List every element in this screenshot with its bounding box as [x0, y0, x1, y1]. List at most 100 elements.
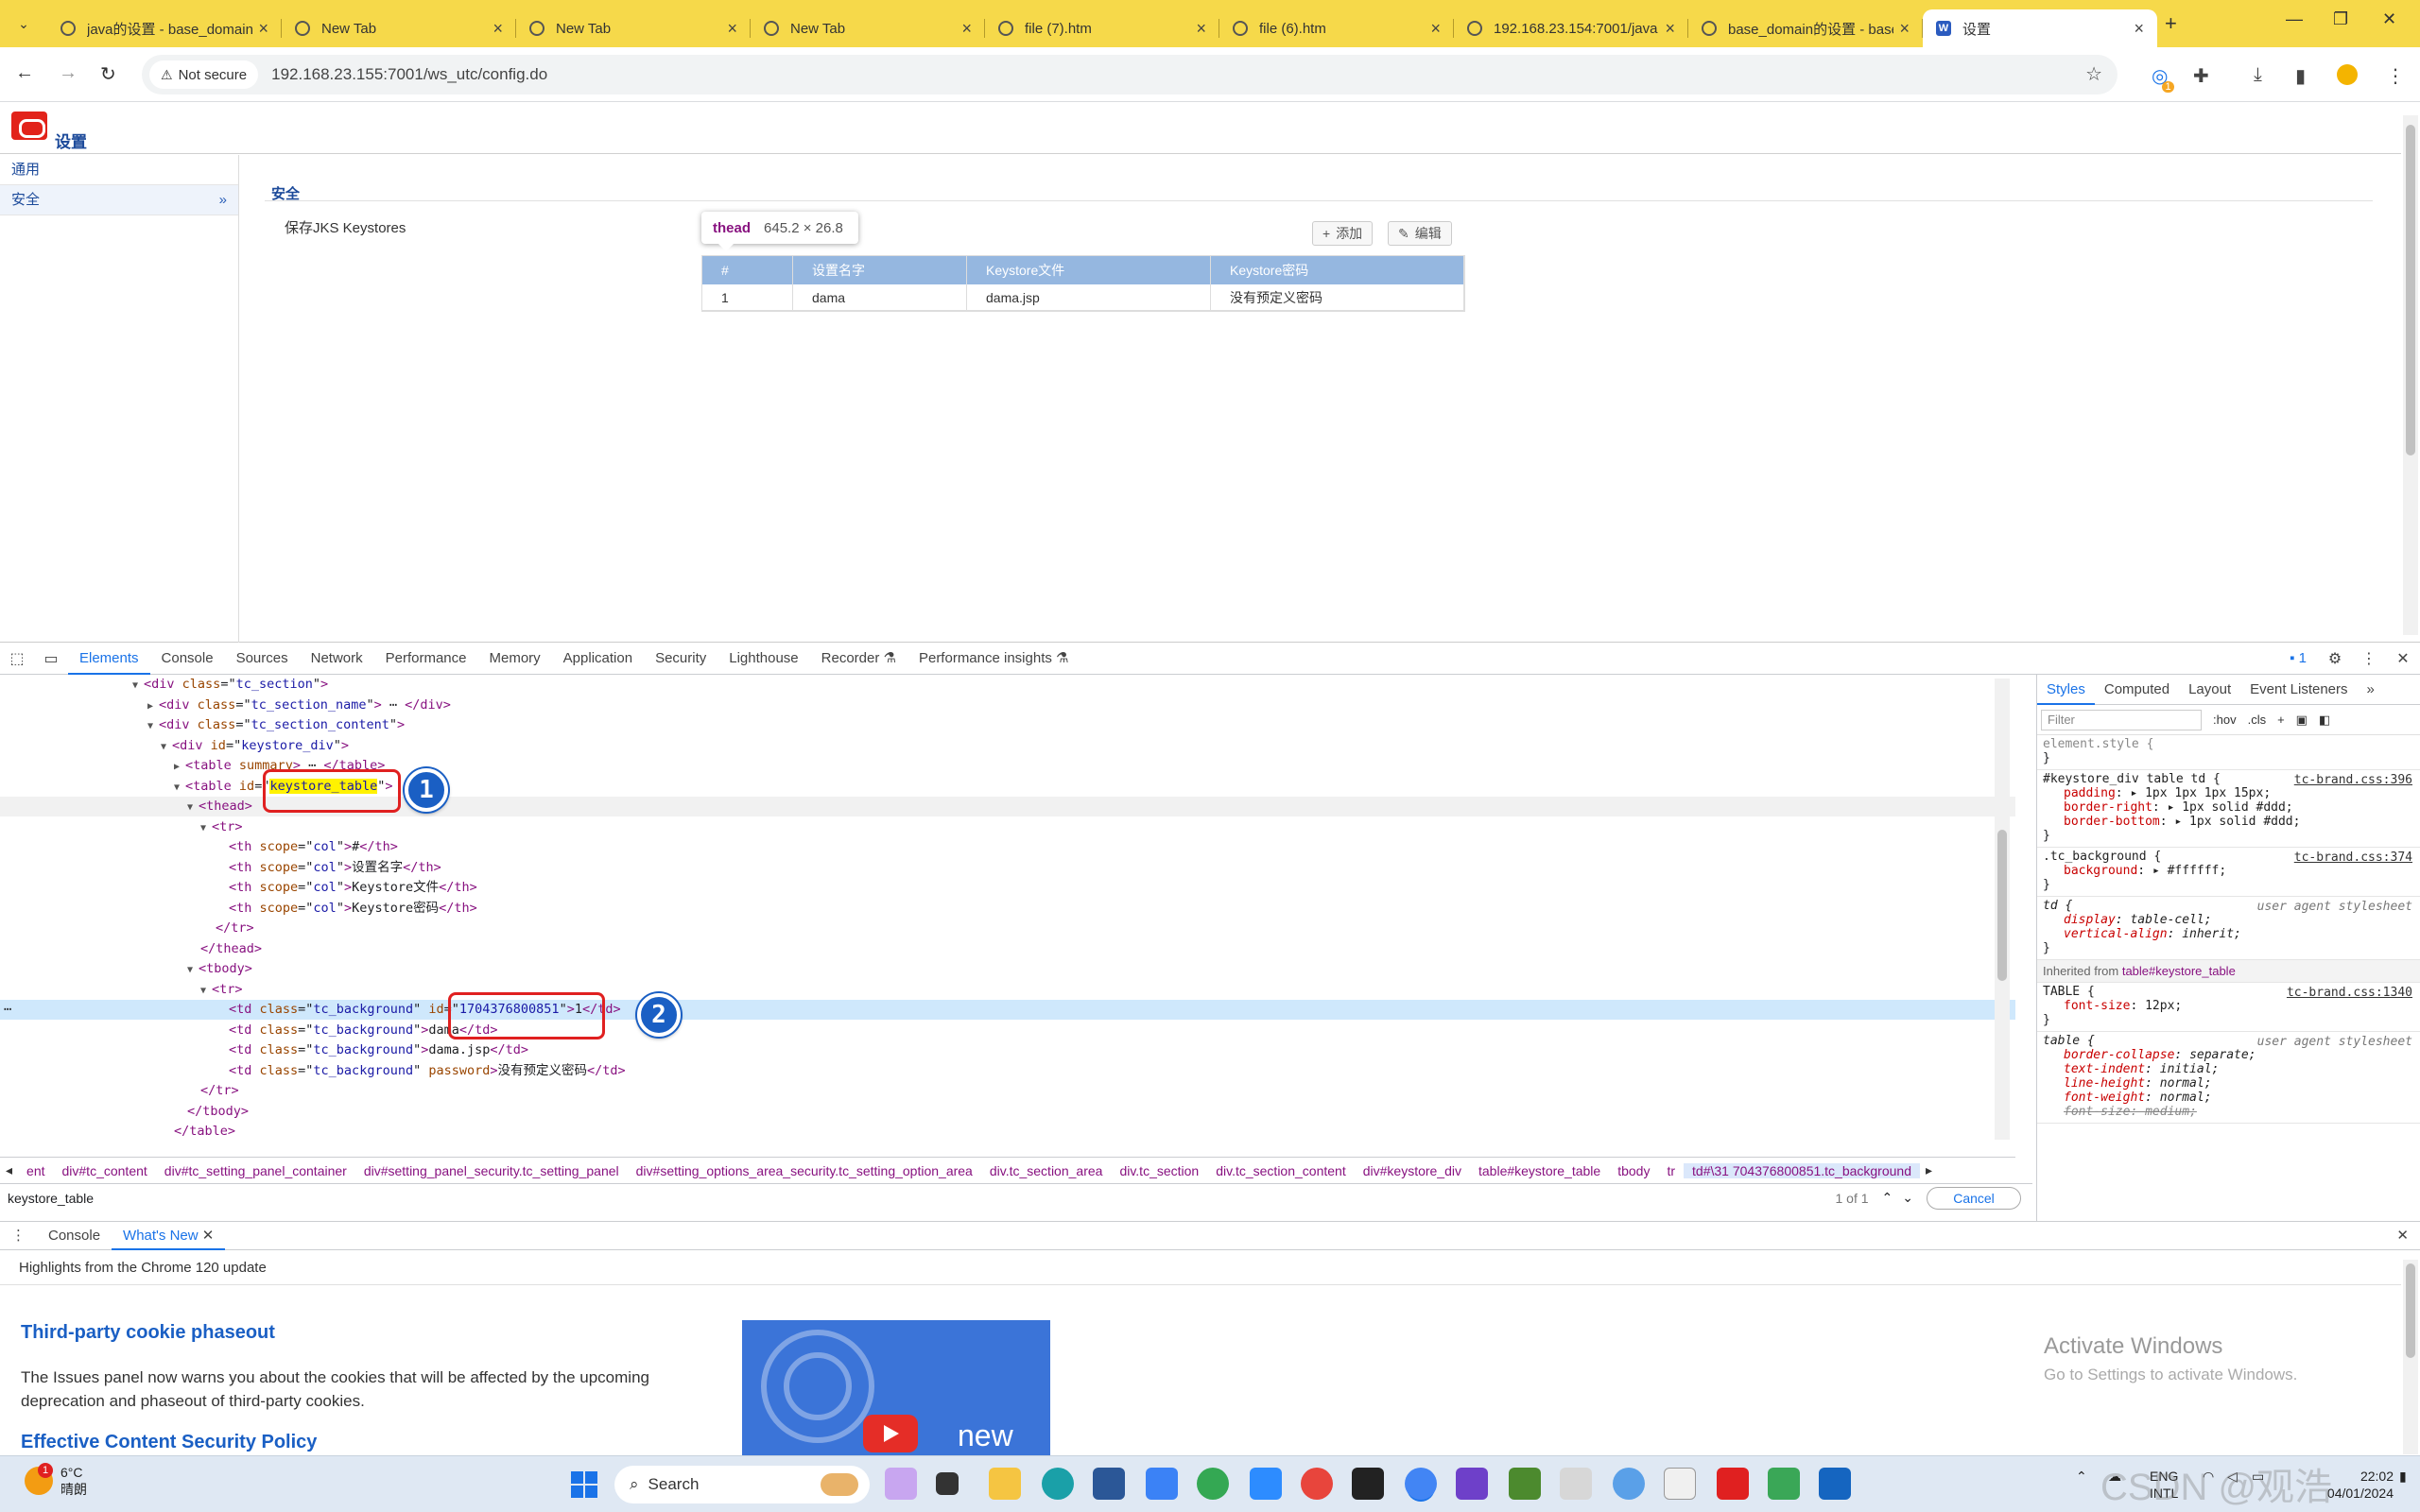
search-prev-icon[interactable]: ⌃	[1882, 1190, 1893, 1206]
dom-node-line[interactable]: ▼ <div class="tc_section_content">	[0, 715, 2015, 735]
close-tab-icon[interactable]: ×	[1899, 19, 1910, 39]
drawer-tab-console[interactable]: Console	[37, 1222, 112, 1250]
inspect-element-icon[interactable]: ⬚	[0, 649, 34, 668]
start-button[interactable]	[571, 1471, 597, 1498]
breadcrumb-item[interactable]: div#keystore_div	[1355, 1163, 1470, 1178]
dom-node-line[interactable]: ▼ <tr>	[0, 817, 2015, 837]
browser-tab[interactable]: New Tab ×	[516, 9, 751, 47]
dom-node-line[interactable]: <th scope="col">#</th>	[0, 837, 2015, 857]
bookmark-star-icon[interactable]: ☆	[2085, 62, 2102, 86]
breadcrumb-item[interactable]: tr	[1658, 1163, 1684, 1178]
search-next-icon[interactable]: ⌄	[1902, 1190, 1913, 1206]
tab-layout[interactable]: Layout	[2179, 675, 2240, 705]
browser-tab[interactable]: file (7).htm ×	[985, 9, 1219, 47]
hov-toggle[interactable]: :hov	[2213, 713, 2237, 727]
close-tab-icon[interactable]: ×	[1196, 19, 1206, 39]
drawer-menu-icon[interactable]: ⋮	[0, 1222, 37, 1250]
breadcrumb-item[interactable]: table#keystore_table	[1470, 1163, 1609, 1178]
back-button[interactable]: ←	[15, 62, 34, 84]
breadcrumb-item[interactable]: div.tc_section	[1111, 1163, 1207, 1178]
tab-recorder[interactable]: Recorder ⚗	[810, 643, 908, 675]
dom-node-line[interactable]: <th scope="col">Keystore文件</th>	[0, 878, 2015, 898]
tab-computed[interactable]: Computed	[2095, 675, 2179, 705]
restore-button[interactable]: ❐	[2333, 9, 2348, 29]
forward-button[interactable]: →	[59, 62, 78, 84]
breadcrumb-item[interactable]: div#tc_setting_panel_container	[156, 1163, 355, 1178]
dom-node-line[interactable]: <th scope="col">设置名字</th>	[0, 858, 2015, 878]
scrollbar-thumb[interactable]	[1997, 830, 2007, 981]
close-tab-icon[interactable]: ×	[727, 19, 737, 39]
feature-title-link[interactable]: Effective Content Security Policy	[21, 1432, 317, 1453]
dom-node-line[interactable]: </table>	[0, 1122, 2015, 1142]
dom-node-line[interactable]: </tr>	[0, 919, 2015, 938]
app-icon[interactable]	[1146, 1468, 1178, 1500]
rule-source-link[interactable]: tc-brand.css:396	[2294, 773, 2412, 787]
browser-tab-active[interactable]: W 设置 ×	[1923, 9, 2157, 47]
app-icon[interactable]	[1613, 1468, 1645, 1500]
browser-tab[interactable]: file (6).htm ×	[1219, 9, 1454, 47]
close-tab-icon[interactable]: ×	[961, 19, 972, 39]
scroll-right-icon[interactable]: ▸	[1920, 1162, 1938, 1178]
close-drawer-icon[interactable]: ✕	[2385, 1222, 2420, 1250]
dom-node-line[interactable]: <td class="tc_background">dama</td>	[0, 1021, 2015, 1040]
dom-node-line[interactable]: ▼ <tr>	[0, 980, 2015, 1000]
menu-button[interactable]: ⋮	[2386, 64, 2405, 88]
feature-title-link[interactable]: Third-party cookie phaseout	[21, 1322, 275, 1344]
tab-elements[interactable]: Elements	[68, 643, 150, 675]
tab-sources[interactable]: Sources	[225, 643, 300, 675]
dom-node-line[interactable]: ▼ <div id="keystore_div">	[0, 736, 2015, 756]
copilot-icon[interactable]	[885, 1468, 917, 1500]
scroll-left-icon[interactable]: ◂	[0, 1162, 18, 1178]
tab-security[interactable]: Security	[644, 643, 717, 675]
breadcrumb-item[interactable]: div.tc_section_area	[981, 1163, 1112, 1178]
prop-name[interactable]: background	[2064, 864, 2137, 878]
breadcrumb-item[interactable]: tbody	[1609, 1163, 1658, 1178]
prop-value[interactable]: ▸ #ffffff;	[2152, 864, 2226, 878]
prop-name[interactable]: padding	[2064, 786, 2116, 800]
side-panel-button[interactable]: ▮	[2295, 64, 2306, 88]
breadcrumb-item[interactable]: div#setting_options_area_security.tc_set…	[628, 1163, 981, 1178]
scrollbar-thumb[interactable]	[2406, 1263, 2415, 1358]
add-button[interactable]: + 添加	[1312, 221, 1374, 246]
notepad-icon[interactable]	[1664, 1468, 1696, 1500]
breadcrumb-item[interactable]: div.tc_section_content	[1207, 1163, 1355, 1178]
close-tab-icon[interactable]: ×	[1430, 19, 1441, 39]
close-tab-icon[interactable]: ×	[258, 19, 268, 39]
browser-tab[interactable]: New Tab ×	[751, 9, 985, 47]
prop-name[interactable]: font-size	[2064, 999, 2130, 1013]
dom-node-line[interactable]: </tr>	[0, 1081, 2015, 1101]
device-toolbar-icon[interactable]: ▭	[34, 649, 68, 668]
tab-performance[interactable]: Performance	[374, 643, 478, 675]
prop-name[interactable]: border-bottom	[2064, 815, 2160, 829]
downloads-button[interactable]: ⤓	[2254, 64, 2262, 86]
app-icon[interactable]	[1301, 1468, 1333, 1500]
styles-filter-input[interactable]: Filter	[2041, 709, 2202, 730]
extension-button[interactable]: ◎1	[2152, 64, 2180, 93]
prop-value[interactable]: ▸ 1px 1px 1px 15px;	[2130, 786, 2271, 800]
tab-event-listeners[interactable]: Event Listeners	[2240, 675, 2357, 705]
close-tab-icon[interactable]: ✕	[202, 1228, 215, 1244]
breadcrumb-item-current[interactable]: td#\31 704376800851.tc_background	[1684, 1162, 1920, 1178]
breadcrumb-item[interactable]: div#tc_content	[54, 1163, 156, 1178]
new-rule-icon[interactable]: +	[2277, 713, 2285, 727]
table-row[interactable]: 1 dama dama.jsp 没有预定义密码	[702, 284, 1464, 311]
dom-node-line[interactable]: ▶ <div class="tc_section_name"> ⋯ </div>	[0, 696, 2015, 715]
notifications-icon[interactable]: ▮	[2399, 1468, 2407, 1485]
tab-network[interactable]: Network	[300, 643, 374, 675]
play-icon[interactable]	[863, 1415, 918, 1452]
settings-gear-icon[interactable]: ⚙	[2318, 649, 2352, 668]
browser-tab[interactable]: New Tab ×	[282, 9, 516, 47]
search-cancel-button[interactable]: Cancel	[1927, 1186, 2021, 1210]
drawer-scrollbar[interactable]	[2403, 1260, 2418, 1454]
dom-node-line[interactable]: <th scope="col">Keystore密码</th>	[0, 899, 2015, 919]
prop-name[interactable]: border-right	[2064, 800, 2152, 815]
tab-styles[interactable]: Styles	[2037, 675, 2095, 705]
app-icon[interactable]	[1250, 1468, 1282, 1500]
chrome-canary-icon[interactable]	[1197, 1468, 1229, 1500]
file-explorer-icon[interactable]	[989, 1468, 1021, 1500]
close-window-button[interactable]: ✕	[2382, 9, 2396, 29]
profile-button[interactable]	[2337, 64, 2358, 91]
page-scrollbar[interactable]	[2403, 115, 2418, 635]
tray-chevron-icon[interactable]: ⌃	[2076, 1468, 2087, 1485]
ellipsis-icon[interactable]: ⋯	[4, 1000, 11, 1020]
